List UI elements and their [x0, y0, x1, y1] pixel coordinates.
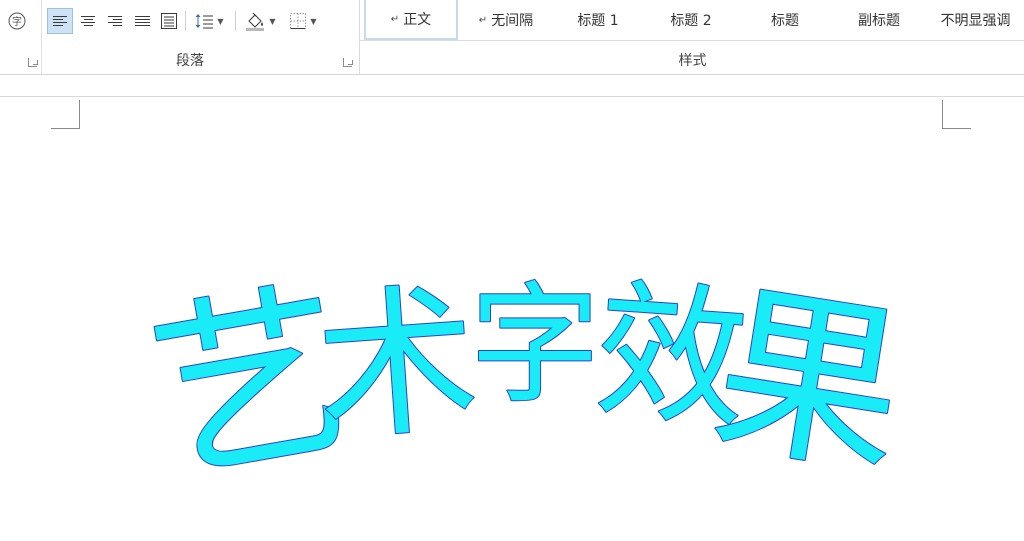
wordart-glyphs: 艺 术 字 效 果 — [137, 258, 920, 511]
wordart-char: 果 — [702, 260, 919, 502]
wordart-char: 字 — [470, 269, 600, 421]
wordart-text-object[interactable]: 艺 术 字 效 果 — [0, 0, 1024, 541]
wordart-char: 术 — [311, 266, 484, 464]
